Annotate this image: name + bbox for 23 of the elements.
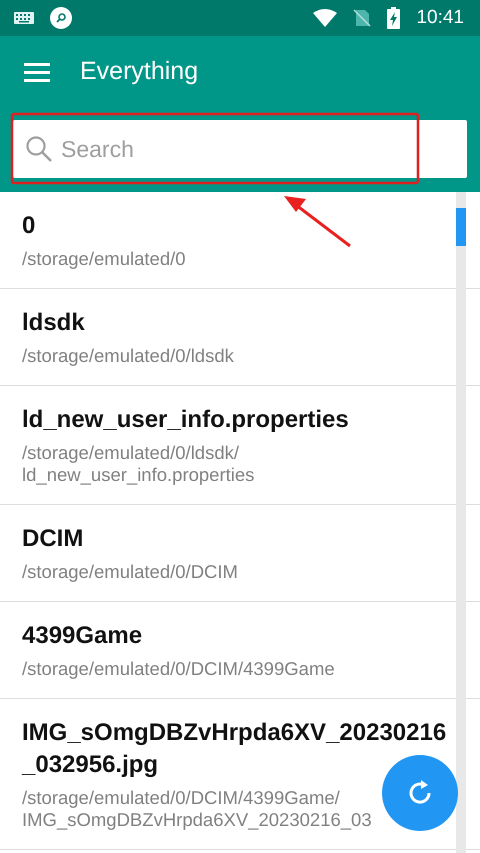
search-app-icon <box>50 7 72 29</box>
battery-charging-icon <box>387 7 400 29</box>
file-name: IMG_sOmgDBZvHrpda6XV_20230216_032956.jpg <box>22 718 448 780</box>
search-field[interactable]: Search <box>13 120 467 178</box>
file-path: /storage/emulated/0/DCIM <box>22 561 238 583</box>
file-path: /storage/emulated/0/ldsdk/ld_new_user_info.properties <box>22 442 256 486</box>
file-path: /storage/emulated/0 <box>22 248 186 270</box>
search-icon <box>25 135 53 163</box>
file-path: /storage/emulated/0/DCIM/4399Game <box>22 658 335 680</box>
file-path: /storage/emulated/0/DCIM/4399Game/IMG_sOmgDBZvHrpda6XV_20230216_03 <box>22 787 373 831</box>
file-name: ldsdk <box>22 308 85 338</box>
menu-icon[interactable] <box>24 62 50 82</box>
file-name: 0 <box>22 211 36 241</box>
no-sim-icon <box>353 9 372 27</box>
scrollbar-thumb[interactable] <box>456 208 466 246</box>
file-name: 4399Game <box>22 621 142 651</box>
keyboard-icon <box>14 12 34 24</box>
app-title: Everything <box>80 56 198 88</box>
clock-time: 10:41 <box>416 6 464 30</box>
file-name: ld_new_user_info.properties <box>22 405 349 435</box>
file-path: /storage/emulated/0/ldsdk <box>22 345 234 367</box>
wifi-icon <box>313 9 338 27</box>
file-name: DCIM <box>22 524 84 554</box>
